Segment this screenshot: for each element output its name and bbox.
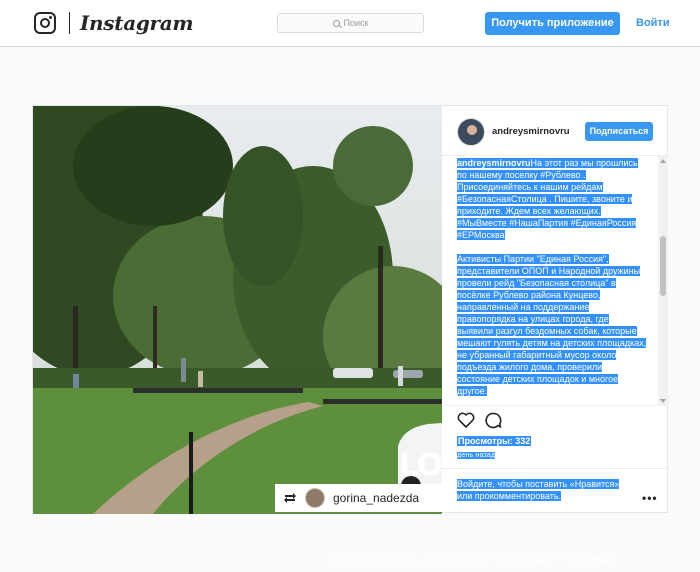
login-prompt[interactable]: Войдите, чтобы поставить «Нравится» или …: [457, 478, 627, 502]
caption-scroll-area[interactable]: andreysmirnovruНа этот раз мы прошлись п…: [442, 156, 669, 406]
more-options-icon[interactable]: •••: [642, 491, 658, 505]
repost-icon: [284, 493, 296, 503]
scrollbar-thumb[interactable]: [660, 236, 666, 296]
heart-icon[interactable]: [457, 412, 475, 428]
post-timestamp[interactable]: день назад: [457, 452, 496, 459]
author-username[interactable]: andreysmirnovru: [492, 126, 570, 137]
sidebar-divider: [442, 468, 669, 469]
get-app-button[interactable]: Получить приложение: [485, 12, 620, 35]
login-prompt-text: Войдите, чтобы поставить «Нравится» или …: [457, 479, 620, 501]
post-video[interactable]: LO gorina_nadezda: [33, 106, 442, 514]
post-header: andreysmirnovru Подписаться: [442, 106, 669, 156]
post-caption: andreysmirnovruНа этот раз мы прошлись п…: [457, 157, 647, 405]
search-icon: [332, 19, 340, 27]
park-scene-image: [33, 106, 442, 514]
caption-paragraph-1: На этот раз мы прошлись по нашему поселк…: [457, 158, 638, 240]
author-avatar[interactable]: [457, 118, 485, 146]
repost-username[interactable]: gorina_nadezda: [333, 491, 419, 505]
repost-badge[interactable]: gorina_nadezda: [275, 484, 442, 512]
post-sidebar: andreysmirnovru Подписаться andreysmirno…: [442, 106, 669, 514]
scroll-down-arrow-icon[interactable]: [660, 399, 666, 403]
video-overlay-text: LO: [399, 448, 442, 483]
post-actions: [457, 412, 517, 432]
comment-icon[interactable]: [485, 412, 502, 429]
post-card: LO gorina_nadezda andreysmirnovru Подпис…: [32, 105, 669, 514]
instagram-wordmark[interactable]: Instagram: [80, 11, 194, 35]
instagram-camera-icon[interactable]: [34, 12, 56, 34]
login-link[interactable]: Войти: [636, 17, 670, 29]
caption-paragraph-2: Активисты Партии "Единая Россия", предст…: [457, 254, 647, 396]
follow-button[interactable]: Подписаться: [585, 122, 653, 141]
repost-avatar: [305, 488, 325, 508]
search-input[interactable]: Поиск: [277, 13, 424, 33]
scroll-up-arrow-icon[interactable]: [660, 159, 666, 163]
top-navigation: Instagram Поиск Получить приложение Войт…: [0, 0, 700, 47]
view-count[interactable]: Просмотры: 332: [457, 436, 532, 446]
caption-scrollbar[interactable]: [658, 156, 668, 405]
search-placeholder: Поиск: [343, 18, 369, 28]
community-watermark: Сообщество жителей поселка Рублево: [328, 551, 618, 568]
caption-username[interactable]: andreysmirnovru: [457, 158, 531, 168]
nav-divider: [69, 12, 70, 34]
